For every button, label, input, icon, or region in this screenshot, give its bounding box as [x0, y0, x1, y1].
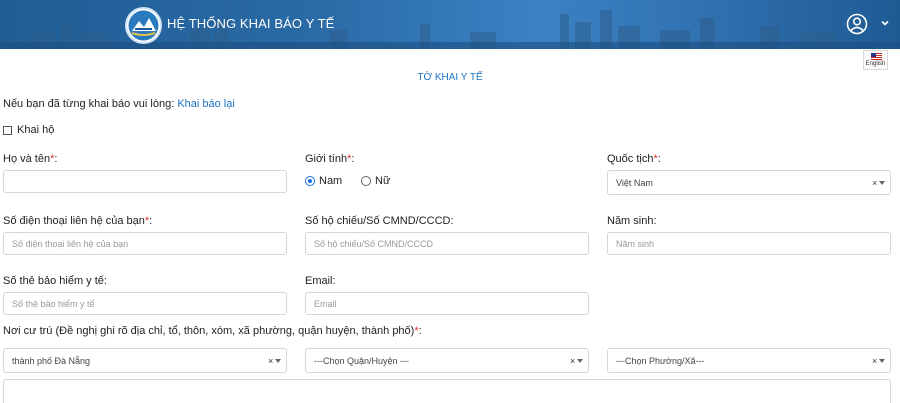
clear-icon[interactable]: × — [872, 356, 877, 366]
language-label: English — [865, 61, 886, 67]
notice: Nếu bạn đã từng khai báo vui lòng: Khai … — [3, 98, 235, 110]
top-header: HỆ THỐNG KHAI BÁO Y TẾ — [0, 0, 900, 49]
passport-label: Số hộ chiếu/Số CMND/CCCD: — [305, 215, 454, 227]
ward-select[interactable]: ---Chọn Phường/Xã--- × — [607, 348, 891, 373]
phone-label: Số điện thoại liên hệ của bạn*: — [3, 215, 152, 227]
clear-icon[interactable]: × — [570, 356, 575, 366]
fullname-label: Họ và tên*: — [3, 153, 57, 165]
user-circle-icon — [846, 13, 868, 35]
fullname-label-text: Họ và tên — [3, 153, 51, 165]
residence-label-text: Nơi cư trú (Đề nghị ghi rõ địa chỉ, tổ, … — [3, 325, 415, 337]
language-switch[interactable]: English — [863, 50, 888, 70]
clear-icon[interactable]: × — [268, 356, 273, 366]
label-colon: : — [418, 325, 422, 337]
gender-label-text: Giới tính — [305, 153, 348, 165]
nationality-label: Quốc tịch*: — [607, 153, 661, 165]
phone-label-text: Số điện thoại liên hệ của bạn — [3, 215, 145, 227]
clear-icon[interactable]: × — [872, 178, 877, 188]
gender-radio-male[interactable] — [305, 176, 315, 186]
gender-label: Giới tính*: — [305, 153, 354, 165]
label-colon: : — [54, 153, 58, 165]
insurance-label: Số thẻ bảo hiểm y tế: — [3, 275, 107, 287]
district-select[interactable]: ---Chọn Quận/Huyện --- × — [305, 348, 589, 373]
nationality-label-text: Quốc tịch — [607, 153, 654, 165]
city-value: thành phố Đà Nẵng — [12, 356, 91, 366]
us-flag-icon — [871, 53, 882, 60]
address-detail-input[interactable] — [3, 379, 891, 403]
ward-value: ---Chọn Phường/Xã--- — [616, 356, 705, 366]
email-label: Email: — [305, 275, 336, 287]
dropdown-arrow-icon — [275, 359, 281, 363]
district-value: ---Chọn Quận/Huyện --- — [314, 356, 410, 366]
phone-input[interactable] — [3, 232, 287, 255]
insurance-input[interactable] — [3, 292, 287, 315]
household-label: Khai hộ — [17, 124, 55, 136]
email-input[interactable] — [305, 292, 589, 315]
nationality-value: Việt Nam — [616, 178, 653, 188]
user-menu-toggle[interactable] — [879, 17, 891, 29]
redeclare-link[interactable]: Khai báo lại — [177, 98, 235, 110]
label-colon: : — [657, 153, 661, 165]
gender-female-label: Nữ — [375, 175, 391, 187]
logo-emblem — [125, 7, 162, 44]
household-checkbox[interactable] — [3, 126, 12, 135]
dropdown-arrow-icon — [577, 359, 583, 363]
form-title: TỜ KHAI Y TẾ — [417, 72, 483, 83]
dropdown-arrow-icon — [879, 181, 885, 185]
app-title: HỆ THỐNG KHAI BÁO Y TẾ — [167, 16, 335, 31]
residence-label: Nơi cư trú (Đề nghị ghi rõ địa chỉ, tổ, … — [3, 325, 422, 337]
gender-radio-female[interactable] — [361, 176, 371, 186]
birth-year-input[interactable] — [607, 232, 891, 255]
passport-input[interactable] — [305, 232, 589, 255]
notice-text: Nếu bạn đã từng khai báo vui lòng: — [3, 98, 178, 110]
gender-male-label: Nam — [319, 175, 343, 187]
fullname-input[interactable] — [3, 170, 287, 193]
user-account-button[interactable] — [846, 13, 868, 35]
label-colon: : — [149, 215, 153, 227]
dropdown-arrow-icon — [879, 359, 885, 363]
birth-year-label: Năm sinh: — [607, 215, 657, 227]
nationality-select[interactable]: Việt Nam × — [607, 170, 891, 195]
city-select[interactable]: thành phố Đà Nẵng × — [3, 348, 287, 373]
chevron-down-icon — [881, 20, 889, 26]
label-colon: : — [351, 153, 355, 165]
